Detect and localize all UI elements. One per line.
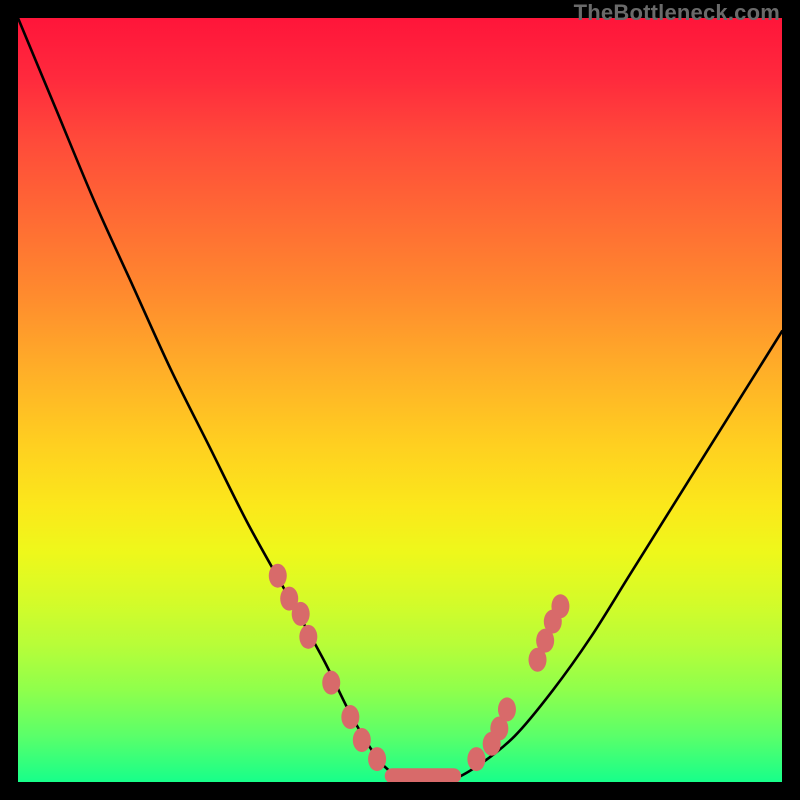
watermark-text: TheBottleneck.com xyxy=(574,0,780,26)
marker-right-7 xyxy=(551,594,569,618)
marker-left-4 xyxy=(322,671,340,695)
chart-frame: TheBottleneck.com xyxy=(0,0,800,800)
plot-area xyxy=(18,18,782,782)
marker-left-2 xyxy=(292,602,310,626)
marker-right-3 xyxy=(498,697,516,721)
marker-left-7 xyxy=(368,747,386,771)
marker-left-0 xyxy=(269,564,287,588)
marker-left-5 xyxy=(341,705,359,729)
marker-right-0 xyxy=(467,747,485,771)
valley-bar xyxy=(385,768,461,782)
marker-left-6 xyxy=(353,728,371,752)
marker-left-3 xyxy=(299,625,317,649)
plot-svg xyxy=(18,18,782,782)
bottleneck-curve xyxy=(18,18,782,782)
